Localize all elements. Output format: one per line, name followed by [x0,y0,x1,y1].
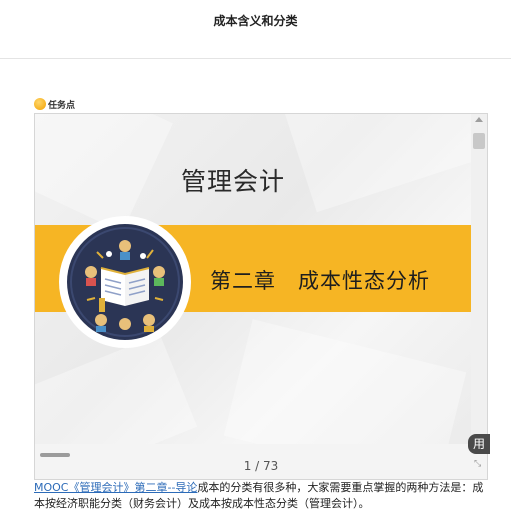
slide-emblem [59,216,191,348]
scroll-up-arrow-icon[interactable] [475,117,483,122]
book-and-people-icon [70,227,180,337]
viewer-scrollbar[interactable] [471,114,487,444]
scrollbar-thumb[interactable] [473,133,485,149]
slide-title: 管理会计 [181,167,286,196]
page-indicator: 1 / 73 [243,459,279,473]
page-title: 成本含义和分类 [213,14,298,28]
header: 成本含义和分类 [0,0,511,59]
mooc-link[interactable]: MOOC《管理会计》第二章--导论 [34,481,197,494]
slide-chapter-title: 第二章 成本性态分析 [210,269,430,293]
task-point-icon [34,98,46,110]
fullscreen-icon[interactable]: ⤡ [474,459,481,469]
task-point-label: 任务点 [48,100,76,111]
slide: 管理会计 第二章 成本性态分析 [35,114,471,444]
task-point: 任务点 [34,97,75,111]
viewer-toolbar: 1 / 73 ⤡ [35,444,487,479]
side-tab[interactable]: 用 [468,434,490,454]
previous-page-control[interactable] [40,453,70,457]
document-viewer[interactable]: 管理会计 第二章 成本性态分析 1 / 73 ⤡ [34,113,488,480]
description: MOOC《管理会计》第二章--导论成本的分类有很多种，大家需要重点掌握的两种方法… [34,480,494,512]
